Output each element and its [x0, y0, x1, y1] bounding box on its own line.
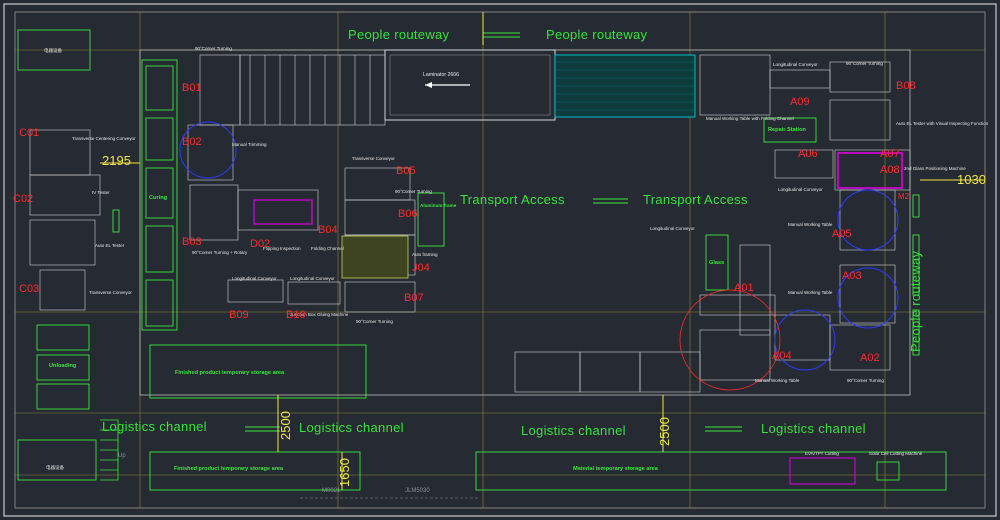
logistics-channel-label: Logistics channel — [761, 421, 866, 436]
dimension-label: 2500 — [278, 411, 293, 440]
zone-label: Curing — [149, 195, 168, 201]
station-code: B01 — [182, 82, 202, 94]
machine-label: IV Tester — [92, 190, 110, 195]
zone-label: 电器设备 — [46, 465, 64, 470]
machine-label: Transverse Conveyor — [352, 156, 395, 161]
grid-mark: M0921 — [322, 488, 341, 494]
transport-access-label: Transport Access — [460, 192, 565, 207]
machine-label: Auto framing — [412, 252, 438, 257]
station-code: A01 — [734, 282, 754, 294]
machine-label: Manual Working Table — [755, 378, 800, 383]
station-code: D02 — [250, 238, 271, 250]
machine-label: 90°Corner Turning — [356, 319, 393, 324]
machine-label: 90°Corner Turning — [195, 46, 232, 51]
station-code: B05 — [396, 165, 416, 177]
people-routeway-label: People routeway — [546, 27, 648, 42]
zone-label: Finished product temporary storage area — [175, 370, 285, 376]
layout-canvas: People routeway People routeway People r… — [0, 0, 1000, 520]
machine-label: 90°Corner Turning — [395, 189, 432, 194]
room-bottom-left — [17, 439, 97, 481]
framing-machine — [341, 235, 409, 279]
material-storage-area — [475, 451, 947, 491]
machine-label: 2nd Glass Positioning Machine — [904, 166, 966, 171]
zone-label: Repair Station — [768, 127, 806, 133]
station-code: A03 — [842, 270, 862, 282]
station-code: A09 — [790, 96, 810, 108]
dimension-label: 2500 — [657, 417, 672, 446]
zone-label: EVA/TPT Cutting — [805, 451, 839, 456]
machine-label: Manual Working Table — [788, 222, 833, 227]
station-code: B06 — [398, 208, 418, 220]
station-code: B10 — [286, 309, 306, 321]
station-code: A02 — [860, 352, 880, 364]
station-code: C01 — [19, 127, 40, 139]
people-routeway-label: People routeway — [908, 250, 923, 352]
machine-label: Manual Working Table — [788, 290, 833, 295]
machine-label: Transverse Centering Conveyor — [72, 136, 136, 141]
station-code: B02 — [182, 136, 202, 148]
station-code: C03 — [19, 283, 40, 295]
machine-label: Manual Trimming — [232, 142, 267, 147]
top-conveyors — [29, 54, 911, 393]
station-code: A05 — [832, 228, 852, 240]
machine-label: Longitudinal Conveyor — [650, 226, 695, 231]
machine-label: Longitudinal Conveyor — [232, 276, 277, 281]
grid-mark: JLM5030 — [405, 488, 430, 494]
machine-label: Longitudinal Conveyor — [778, 187, 823, 192]
machine-label: Manual Working Table with Folding Channe… — [706, 116, 794, 121]
machine-label: Auto EL Tester with Visual Inspecting Fu… — [896, 121, 989, 126]
machine-label: Auto EL Tester — [95, 243, 125, 248]
floor-plan-drawing — [3, 3, 997, 517]
machine-label: 90°Corner Turning — [846, 61, 883, 66]
station-code: B08 — [896, 80, 916, 92]
flipping-inspection-highlight — [253, 199, 313, 225]
people-routeway-label: People routeway — [348, 27, 450, 42]
zone-label: 电器设备 — [44, 48, 62, 53]
dimension-label: 1030 — [957, 172, 986, 187]
machine-label: 90°Corner Turning + Rotary — [192, 250, 248, 255]
station-code: B07 — [404, 292, 424, 304]
zone-label: Solar Cell Cutting Machine — [869, 451, 923, 456]
machine-label: Longitudinal Conveyor — [290, 276, 335, 281]
station-code: M2 — [898, 192, 910, 201]
aluminum-frame-area — [417, 192, 445, 247]
logistics-channel-label: Logistics channel — [102, 419, 207, 434]
robot-reach-red — [679, 289, 781, 391]
eva-cutting-box — [789, 457, 856, 485]
logistics-channel-label: Logistics channel — [299, 420, 404, 435]
station-code: A07 — [880, 148, 900, 160]
station-code: A06 — [798, 148, 818, 160]
machine-label: Longitudinal Conveyor — [773, 62, 818, 67]
logistics-channel-label: Logistics channel — [521, 423, 626, 438]
station-code: A08 — [880, 164, 900, 176]
stair-up-label: Up — [118, 453, 126, 459]
machine-label: 90°Corner Turning — [847, 378, 884, 383]
station-code: B09 — [229, 309, 249, 321]
zone-label: Unloading — [49, 363, 77, 369]
zone-label: Finished product temporary storage area — [174, 466, 284, 472]
zone-label: Material temporary storage area — [573, 466, 658, 472]
machine-label: Transverse Conveyor — [89, 290, 132, 295]
transport-access-label: Transport Access — [643, 192, 748, 207]
station-code: C02 — [13, 193, 34, 205]
station-code: B03 — [182, 236, 202, 248]
machine-label: Folding Channel — [311, 246, 344, 251]
zone-label: Glass — [709, 260, 725, 266]
station-code: J04 — [412, 262, 430, 274]
zone-label: Laminator 2666 — [423, 72, 460, 78]
dimension-label: 2195 — [102, 153, 131, 168]
station-code: B04 — [318, 224, 338, 236]
station-code: A04 — [772, 350, 792, 362]
zone-label: Aluminum frame — [420, 203, 457, 208]
outer-wall — [3, 3, 997, 517]
dimension-label: 1650 — [337, 458, 352, 487]
